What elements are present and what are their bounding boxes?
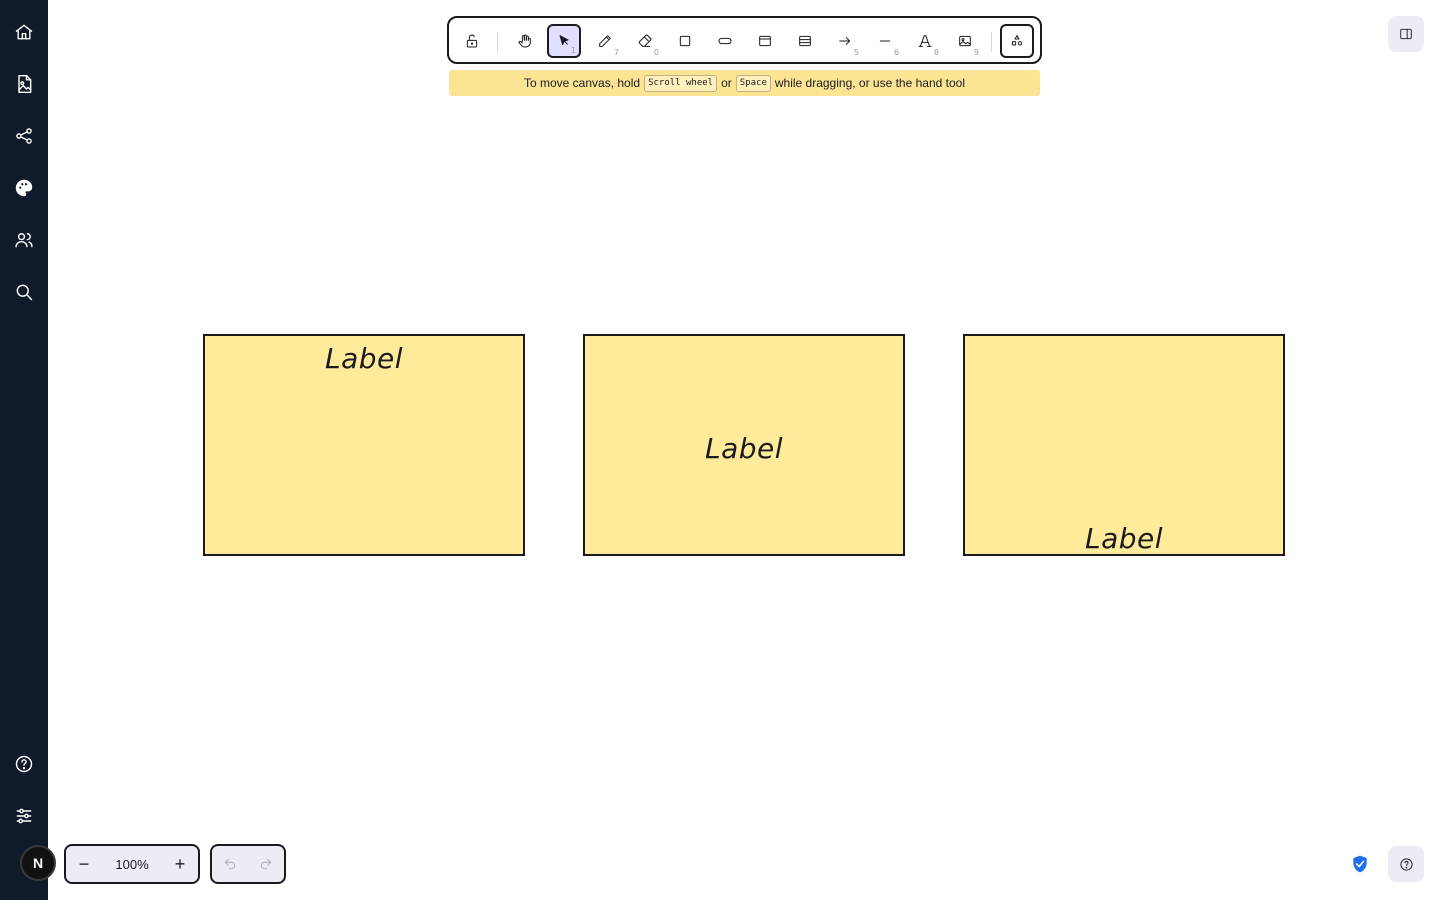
line-icon[interactable]: 6 — [868, 24, 902, 58]
hint-suffix: while dragging, or use the hand tool — [774, 76, 965, 90]
image-file-icon[interactable] — [10, 70, 38, 98]
share-icon[interactable] — [10, 122, 38, 150]
pointer-icon[interactable]: 1 — [547, 24, 581, 58]
user-avatar[interactable]: N — [20, 845, 56, 881]
palette-icon[interactable] — [10, 174, 38, 202]
settings-sliders-icon[interactable] — [10, 802, 38, 830]
zoom-in-button[interactable]: + — [162, 846, 198, 882]
hint-prefix: To move canvas, hold — [524, 76, 641, 90]
shield-check-icon[interactable] — [1350, 854, 1370, 874]
note-label[interactable]: Label — [965, 522, 1283, 555]
zoom-controls: − 100% + — [64, 844, 200, 884]
help-icon[interactable] — [10, 750, 38, 778]
sidebar-toggle-button[interactable] — [1388, 16, 1424, 52]
canvas-hint-banner: To move canvas, hold Scroll wheel or Spa… — [449, 70, 1040, 96]
left-sidebar — [0, 0, 48, 900]
tool-shortcut: 8 — [933, 48, 939, 57]
sticky-note[interactable]: Label — [203, 334, 525, 556]
hint-middle: or — [721, 76, 732, 90]
hint-key-scroll: Scroll wheel — [644, 74, 718, 92]
square-icon[interactable] — [668, 24, 702, 58]
note-label[interactable]: Label — [585, 432, 903, 465]
tool-shortcut: 6 — [893, 48, 899, 57]
tool-shortcut: 5 — [853, 48, 859, 57]
pill-icon[interactable] — [708, 24, 742, 58]
text-icon[interactable]: 8 — [908, 24, 942, 58]
shapes-library-icon[interactable] — [1000, 24, 1034, 58]
tool-shortcut: 0 — [653, 48, 659, 57]
avatar-initial: N — [32, 855, 44, 871]
toolbar-divider — [991, 32, 992, 52]
undo-icon[interactable] — [223, 857, 237, 871]
zoom-level[interactable]: 100% — [102, 857, 162, 872]
pencil-icon[interactable]: 7 — [588, 24, 622, 58]
home-icon[interactable] — [10, 18, 38, 46]
sticky-note[interactable]: Label — [963, 334, 1285, 556]
help-icon — [1399, 857, 1413, 871]
undo-redo-controls — [210, 844, 286, 884]
arrow-icon[interactable]: 5 — [828, 24, 862, 58]
main-toolbar: 1 7 0 5 6 8 9 — [447, 16, 1042, 64]
hand-icon[interactable] — [508, 24, 542, 58]
tool-shortcut: 9 — [973, 48, 979, 57]
help-button[interactable] — [1388, 846, 1424, 882]
tool-shortcut: 7 — [613, 48, 619, 57]
lock-icon[interactable] — [455, 24, 489, 58]
sticky-note[interactable]: Label — [583, 334, 905, 556]
sidebar-panel-icon — [1400, 28, 1412, 40]
toolbar-divider — [497, 32, 498, 52]
note-label[interactable]: Label — [205, 342, 523, 375]
frame-icon[interactable] — [748, 24, 782, 58]
zoom-out-button[interactable]: − — [66, 846, 102, 882]
tool-shortcut: 1 — [570, 46, 576, 55]
table-icon[interactable] — [788, 24, 822, 58]
search-icon[interactable] — [10, 278, 38, 306]
hint-key-space: Space — [735, 74, 771, 92]
image-icon[interactable]: 9 — [948, 24, 982, 58]
redo-icon[interactable] — [259, 857, 273, 871]
eraser-icon[interactable]: 0 — [628, 24, 662, 58]
users-icon[interactable] — [10, 226, 38, 254]
